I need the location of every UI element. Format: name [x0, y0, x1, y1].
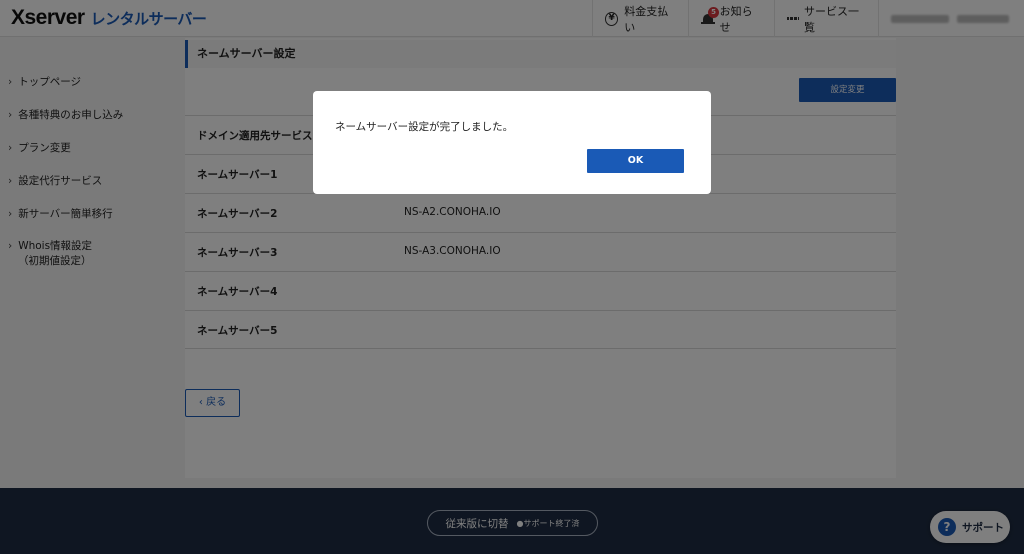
- completion-dialog: ネームサーバー設定が完了しました。 OK: [313, 91, 711, 194]
- ok-button[interactable]: OK: [587, 149, 684, 173]
- dialog-message: ネームサーバー設定が完了しました。: [335, 121, 514, 133]
- modal-overlay[interactable]: [0, 0, 1024, 554]
